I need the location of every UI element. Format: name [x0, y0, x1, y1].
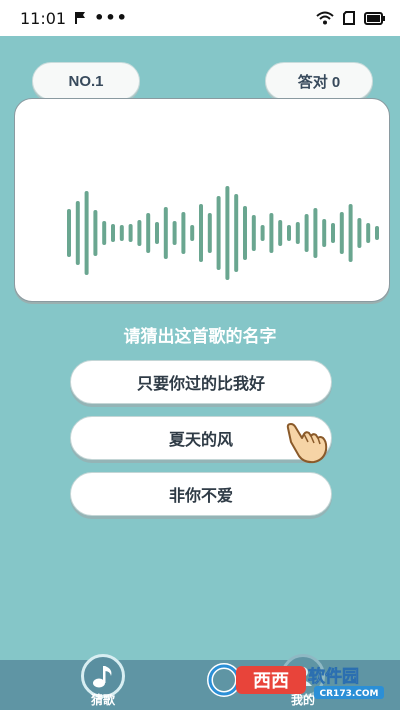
waveform-bar: [313, 208, 318, 258]
score-indicator: 答对 0: [265, 62, 373, 100]
waveform-bar: [348, 204, 353, 262]
waveform-bar: [146, 213, 151, 253]
waveform-bar: [84, 191, 89, 275]
waveform-bar: [260, 225, 265, 241]
waveform-bar: [102, 221, 107, 245]
waveform-bar: [155, 222, 159, 244]
waveform-bar: [67, 209, 71, 257]
waveform-bar: [251, 215, 256, 251]
waveform-bar: [322, 219, 327, 247]
waveform-bar: [181, 212, 186, 254]
svg-text:西西: 西西: [253, 671, 289, 692]
waveform-graphic: [67, 186, 379, 280]
waveform-bar: [119, 225, 124, 241]
waveform-bar: [278, 220, 283, 246]
status-time: 11:01: [20, 8, 67, 28]
audio-waveform-card[interactable]: [14, 98, 390, 302]
waveform-bar: [366, 223, 371, 243]
svg-text:软件园: 软件园: [308, 666, 359, 687]
waveform-bar: [331, 223, 335, 243]
tab-guess-song[interactable]: 猜歌: [63, 654, 143, 710]
waveform-bar: [207, 213, 212, 253]
battery-icon: [364, 11, 386, 25]
waveform-bar: [199, 204, 203, 262]
waveform-bar: [225, 186, 230, 280]
waveform-bar: [172, 221, 177, 245]
waveform-bar: [287, 225, 291, 241]
waveform-bar: [295, 222, 300, 244]
waveform-bar: [216, 196, 221, 270]
flag-icon: [74, 11, 86, 25]
waveform-bar: [128, 224, 133, 242]
answer-option-1[interactable]: 只要你过的比我好: [70, 360, 332, 404]
svg-text:CR173.COM: CR173.COM: [320, 689, 379, 699]
watermark-logo: 西西 软件园 CR173.COM: [204, 658, 390, 702]
answer-option-3[interactable]: 非你不爱: [70, 472, 332, 516]
waveform-bar: [75, 201, 80, 265]
level-indicator: NO.1: [32, 62, 140, 100]
waveform-bar: [357, 218, 362, 248]
pointing-hand-icon: [284, 420, 330, 464]
waveform-bar: [93, 210, 98, 256]
waveform-bar: [269, 213, 274, 253]
waveform-bar: [375, 226, 379, 240]
waveform-bar: [111, 224, 115, 242]
more-dots-icon: •••: [94, 8, 128, 27]
status-bar: 11:01 •••: [0, 0, 400, 36]
sim-card-icon: [342, 11, 356, 25]
waveform-bar: [163, 207, 168, 259]
waveform-bar: [339, 212, 344, 254]
waveform-bar: [190, 225, 195, 241]
waveform-bar: [304, 214, 309, 252]
waveform-bar: [234, 194, 239, 272]
waveform-bar: [137, 220, 142, 246]
wifi-icon: [316, 11, 334, 25]
question-prompt: 请猜出这首歌的名字: [123, 327, 277, 347]
waveform-bar: [243, 206, 247, 260]
tab-guess-song-label: 猜歌: [90, 693, 115, 707]
